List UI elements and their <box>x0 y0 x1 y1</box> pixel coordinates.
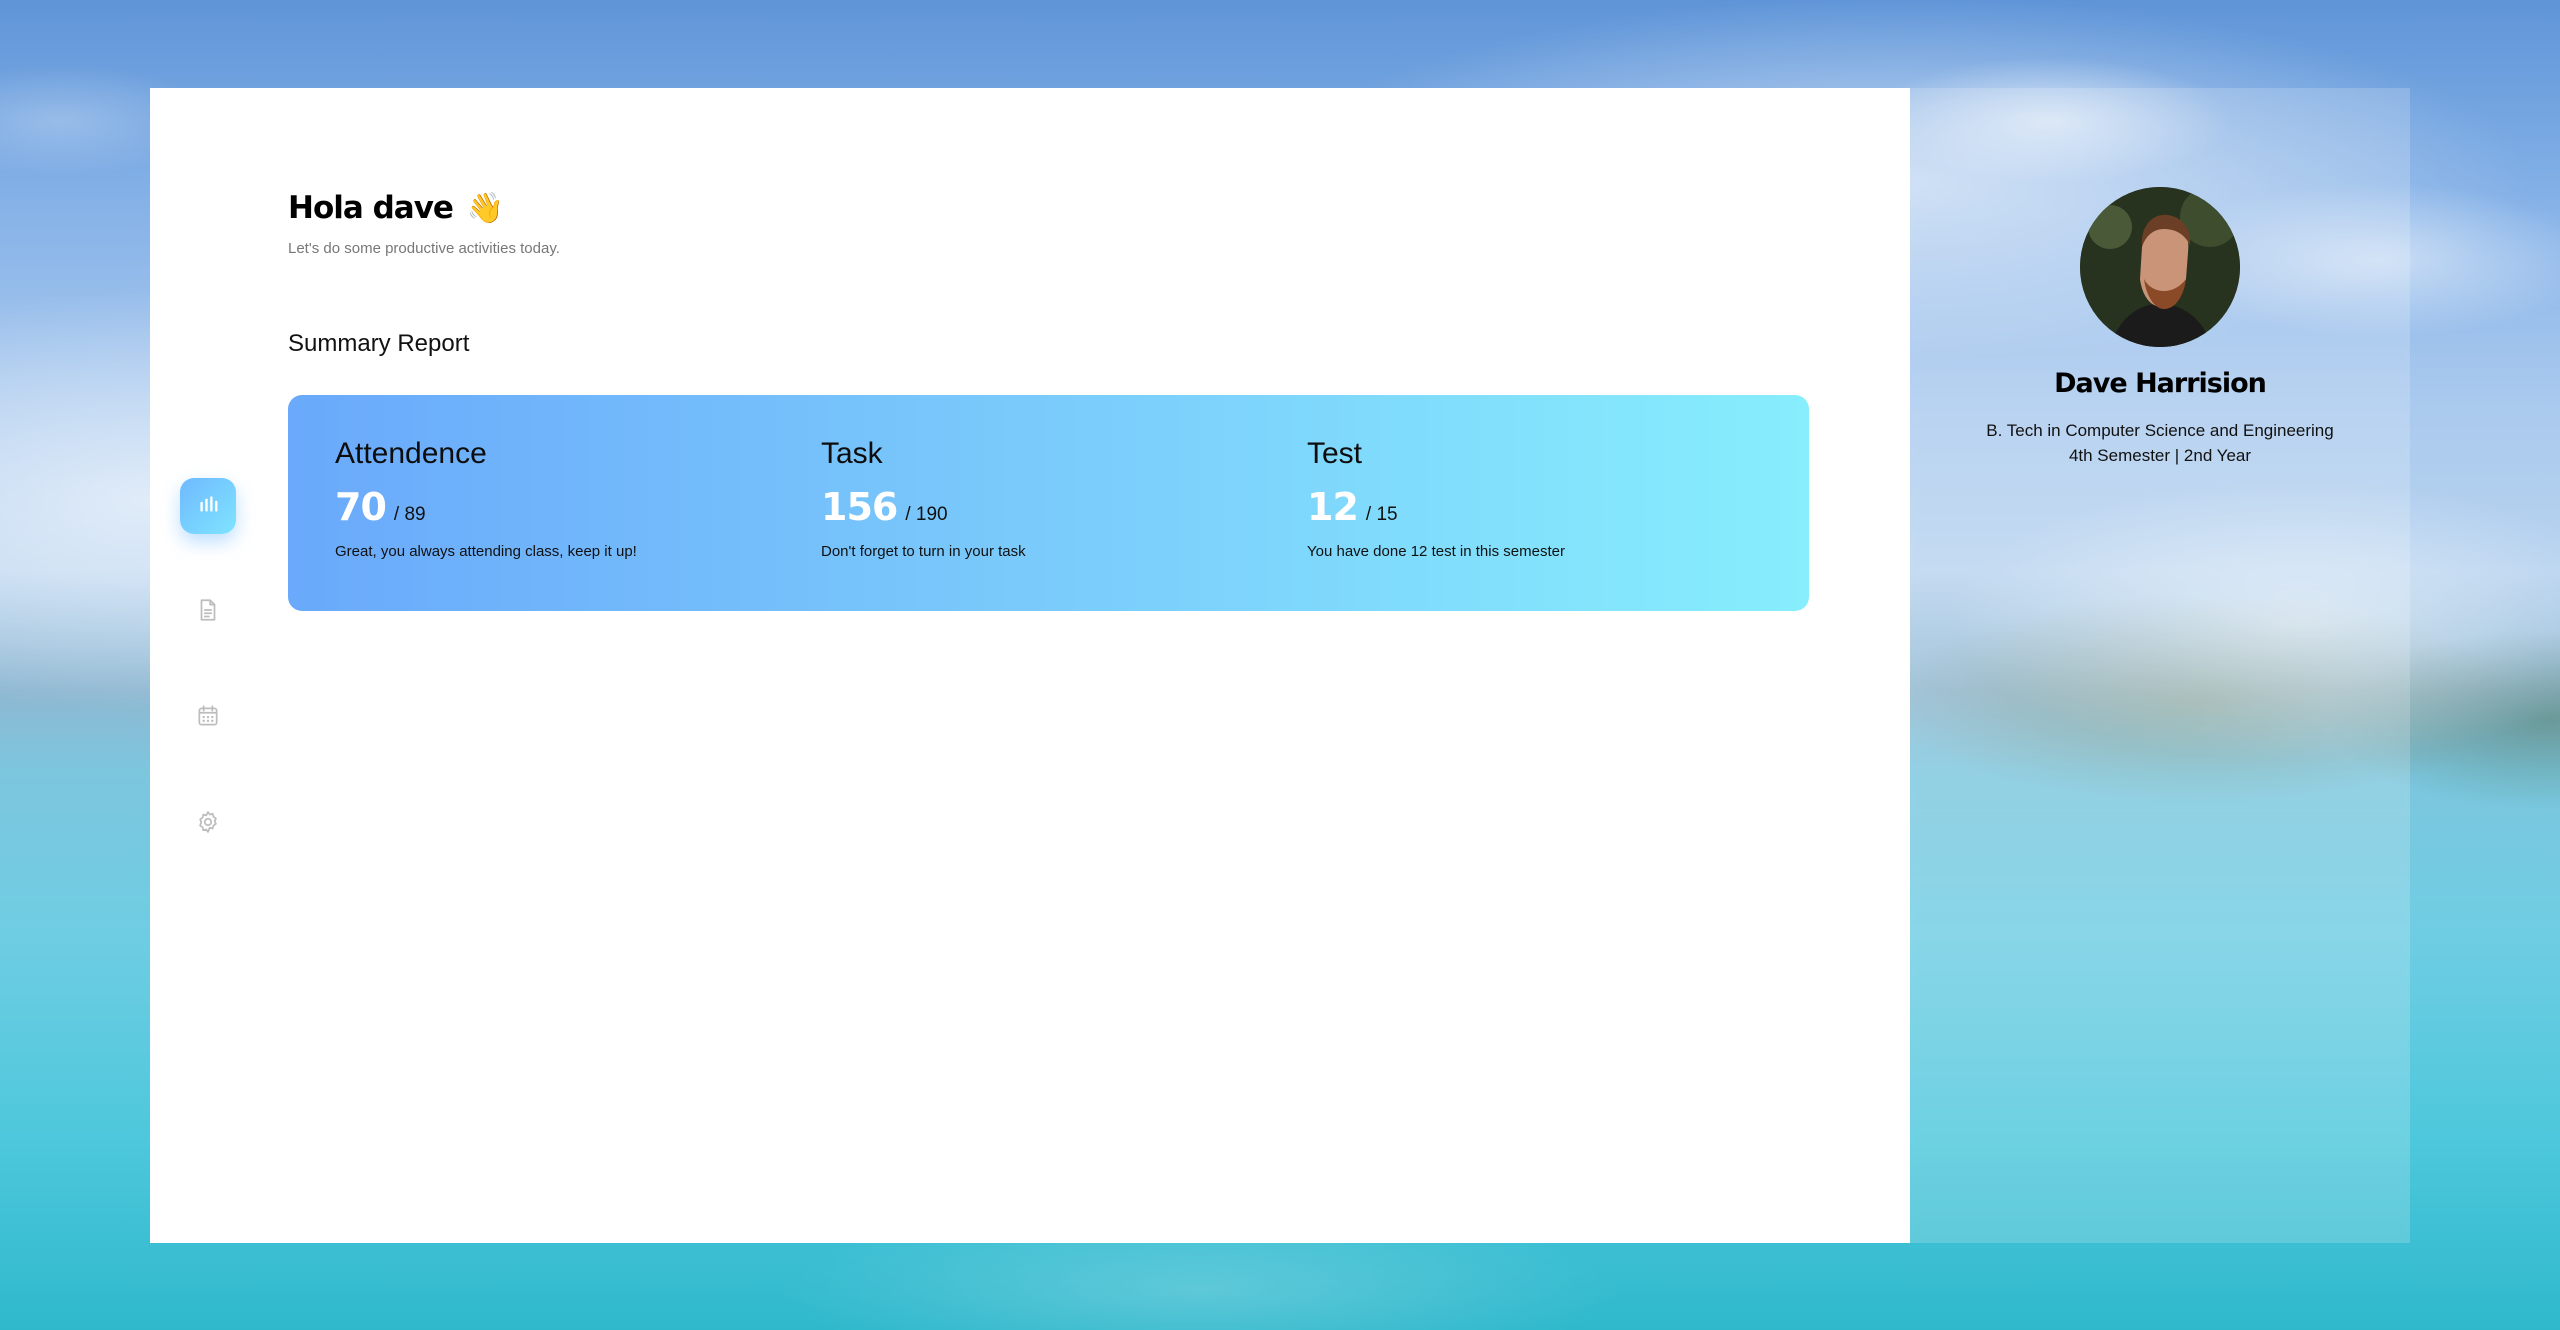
metric-note: You have done 12 test in this semester <box>1307 543 1565 560</box>
nav-documents-button[interactable] <box>180 584 236 640</box>
greeting-text: Hola dave <box>288 190 454 226</box>
metric-note: Don't forget to turn in your task <box>821 543 1026 560</box>
metric-note: Great, you always attending class, keep … <box>335 543 637 560</box>
profile-degree: B. Tech in Computer Science and Engineer… <box>1986 421 2334 440</box>
metric-attendence: Attendence 70 / 89 Great, you always att… <box>335 437 821 611</box>
profile-year: 4th Semester | 2nd Year <box>2068 446 2252 465</box>
metric-values: 156 / 190 <box>821 485 1307 529</box>
profile-name: Dave Harrision <box>2054 368 2267 399</box>
metric-value: 12 <box>1307 485 1359 529</box>
main-panel <box>150 88 1910 1243</box>
metric-value: 156 <box>821 485 898 529</box>
metric-value: 70 <box>335 485 387 529</box>
document-icon <box>195 597 221 627</box>
sidebar-nav <box>180 478 238 902</box>
bar-chart-icon <box>195 491 221 521</box>
metric-task: Task 156 / 190 Don't forget to turn in y… <box>821 437 1307 611</box>
gear-icon <box>195 809 221 839</box>
greeting-subtitle: Let's do some productive activities toda… <box>288 240 560 257</box>
metric-values: 12 / 15 <box>1307 485 1793 529</box>
calendar-icon <box>195 703 221 733</box>
nav-calendar-button[interactable] <box>180 690 236 746</box>
metric-label: Attendence <box>335 437 487 470</box>
page-title: Hola dave 👋 <box>288 190 504 226</box>
metric-total: / 15 <box>1365 504 1398 525</box>
nav-dashboard-button[interactable] <box>180 478 236 534</box>
avatar[interactable] <box>2080 187 2240 347</box>
metric-label: Test <box>1307 437 1363 470</box>
metric-total: / 190 <box>905 504 948 525</box>
summary-report-title: Summary Report <box>288 330 470 357</box>
waving-hand-icon: 👋 <box>466 190 504 226</box>
nav-settings-button[interactable] <box>180 796 236 852</box>
metric-test: Test 12 / 15 You have done 12 test in th… <box>1307 437 1793 611</box>
metric-values: 70 / 89 <box>335 485 821 529</box>
summary-card: Attendence 70 / 89 Great, you always att… <box>288 395 1809 611</box>
metric-label: Task <box>821 437 883 470</box>
metric-total: / 89 <box>393 504 426 525</box>
